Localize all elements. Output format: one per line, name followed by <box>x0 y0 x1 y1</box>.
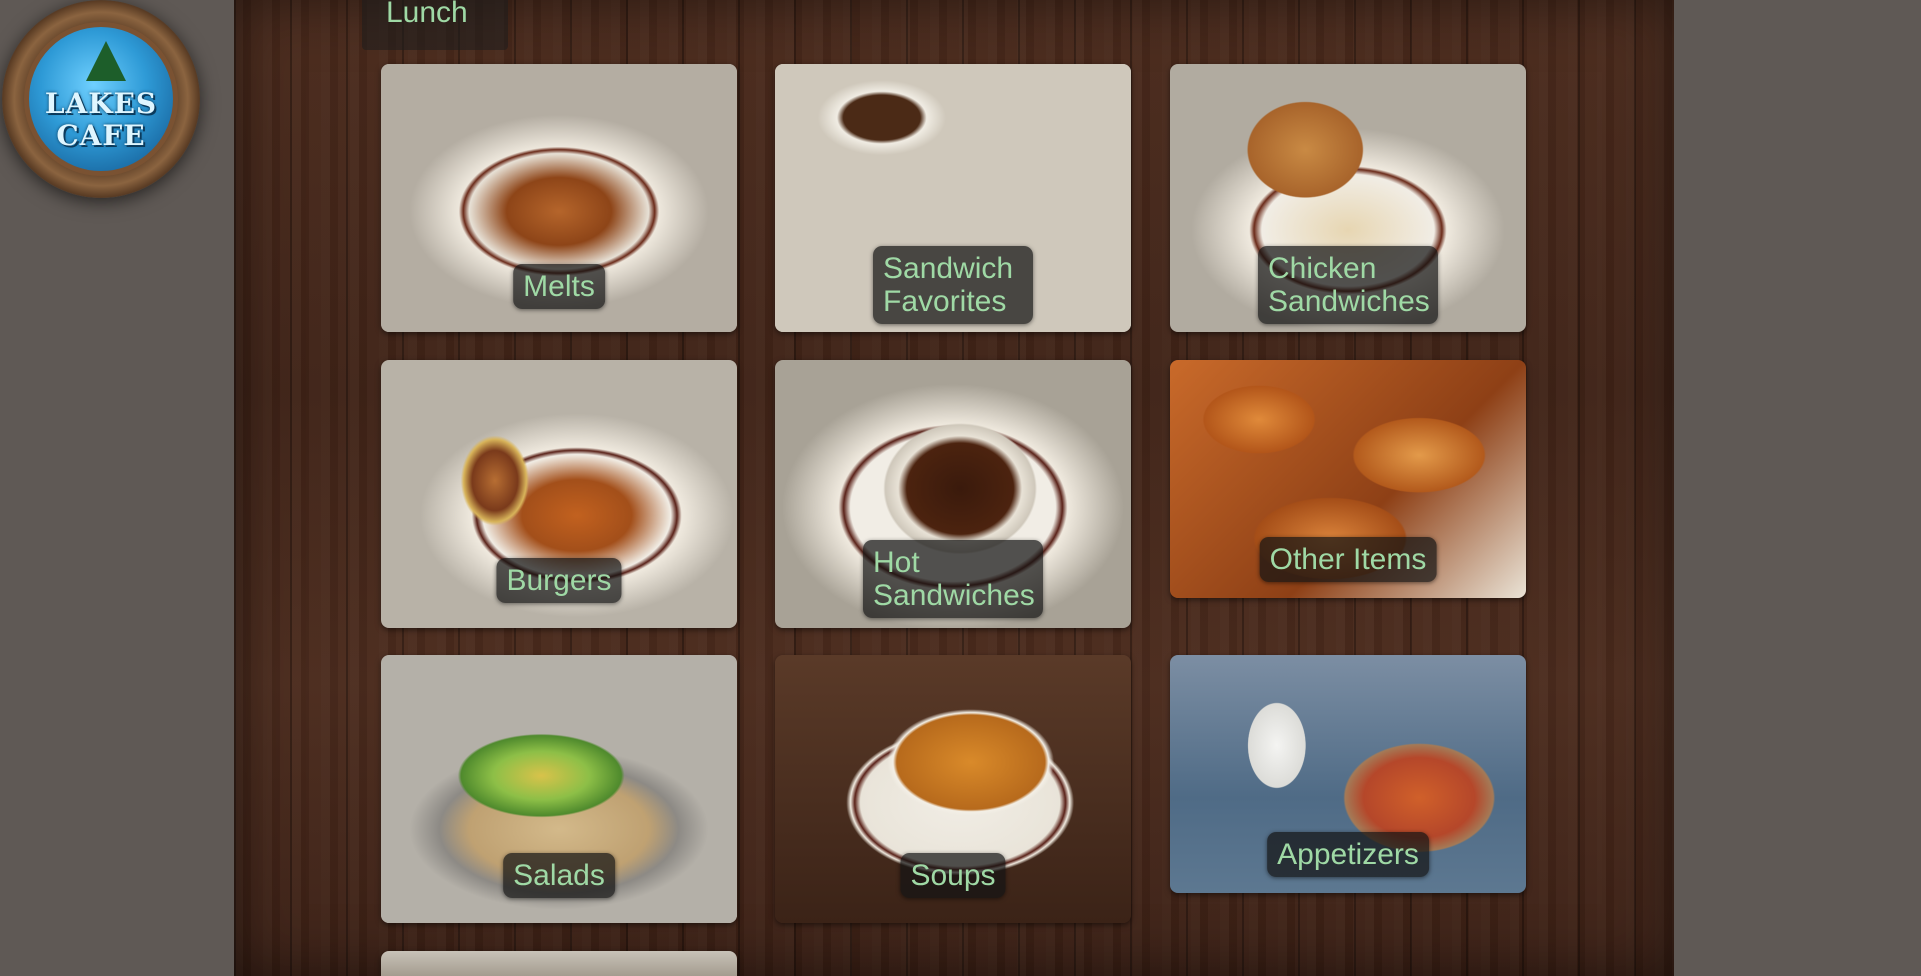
section-header: Lunch <box>362 0 508 50</box>
category-label: Melts <box>513 264 605 309</box>
category-label: Salads <box>503 853 615 898</box>
category-card-salads[interactable]: Salads <box>381 655 737 923</box>
section-title: Lunch <box>386 0 468 29</box>
category-label: Chicken Sandwiches <box>1258 246 1438 324</box>
logo-badge: LAKES CAFE <box>24 22 178 176</box>
category-card-soups[interactable]: Soups <box>775 655 1131 923</box>
category-card-burgers[interactable]: Burgers <box>381 360 737 628</box>
category-label: Burgers <box>496 558 622 603</box>
category-card-chicken-sandwiches[interactable]: Chicken Sandwiches <box>1170 64 1526 332</box>
category-card-other-items[interactable]: Other Items <box>1170 360 1526 598</box>
category-label: Appetizers <box>1267 832 1429 877</box>
category-card-hot-sandwiches[interactable]: Hot Sandwiches <box>775 360 1131 628</box>
category-label: Other Items <box>1259 537 1437 582</box>
category-card-partial[interactable] <box>381 951 737 976</box>
pine-tree-icon <box>86 41 126 81</box>
category-label: Soups <box>900 853 1006 898</box>
lakes-cafe-logo[interactable]: LAKES CAFE <box>2 0 200 198</box>
partial-photo <box>381 951 737 976</box>
category-label: Sandwich Favorites <box>873 246 1033 324</box>
category-card-melts[interactable]: Melts <box>381 64 737 332</box>
category-card-sandwich-favorites[interactable]: Sandwich Favorites <box>775 64 1131 332</box>
category-label: Hot Sandwiches <box>863 540 1043 618</box>
logo-text-line2: CAFE <box>56 119 146 152</box>
category-card-appetizers[interactable]: Appetizers <box>1170 655 1526 893</box>
logo-text-line1: LAKES <box>44 87 158 120</box>
